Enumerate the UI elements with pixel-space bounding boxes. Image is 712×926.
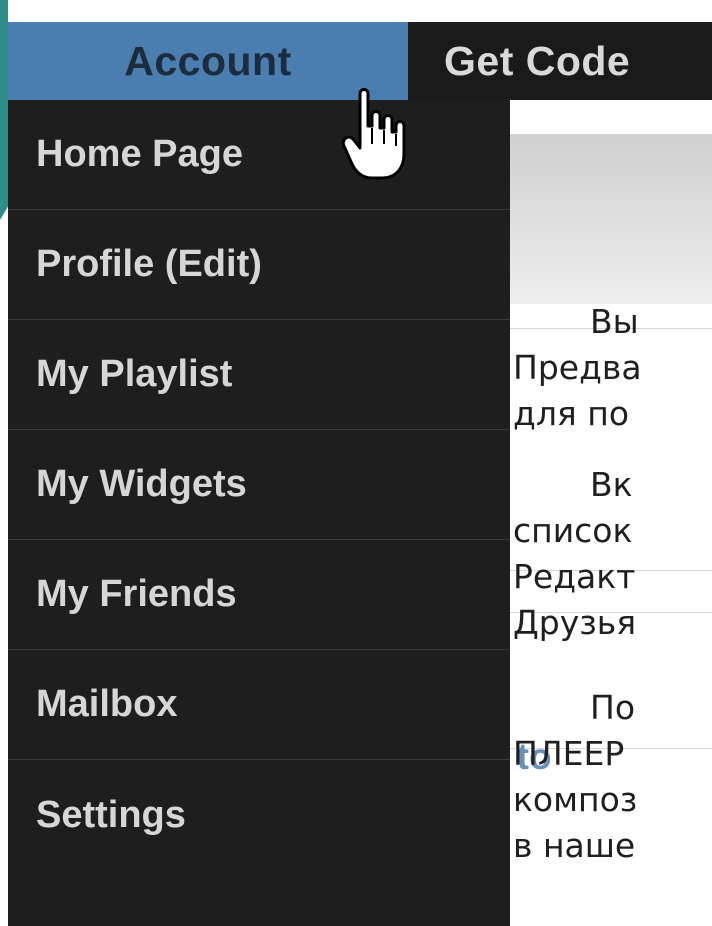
slide-text: Предва <box>513 348 642 387</box>
tab-get-code[interactable]: Get Code <box>444 22 712 100</box>
hand-pointer-icon <box>341 88 406 180</box>
menu-item-profile-edit[interactable]: Profile (Edit) <box>8 210 510 320</box>
menu-item-mailbox[interactable]: Mailbox <box>8 650 510 760</box>
menu-item-label: My Widgets <box>36 463 247 505</box>
menu-item-my-friends[interactable]: My Friends <box>8 540 510 650</box>
menu-item-label: My Playlist <box>36 353 233 395</box>
slide-text: ПЛЕЕР <box>513 734 625 773</box>
slide-text: Друзья <box>513 603 637 642</box>
tab-get-code-label: Get Code <box>444 37 631 84</box>
slide-text: Вы <box>590 302 639 341</box>
slide-text: для по <box>513 394 630 433</box>
account-dropdown-menu: Home Page Profile (Edit) My Playlist My … <box>8 100 510 926</box>
menu-item-settings[interactable]: Settings <box>8 760 510 870</box>
menu-item-label: My Friends <box>36 573 237 615</box>
menu-item-label: Settings <box>36 793 186 836</box>
slide-text: Редакт <box>513 557 636 596</box>
slide-text: композ <box>513 780 638 819</box>
menu-item-my-widgets[interactable]: My Widgets <box>8 430 510 540</box>
menu-item-my-playlist[interactable]: My Playlist <box>8 320 510 430</box>
slide-text: По <box>590 688 636 727</box>
menu-item-label: Mailbox <box>36 683 178 725</box>
content-header-bar <box>510 134 712 304</box>
slide-text: Вк <box>590 465 633 504</box>
slide-text: список <box>513 511 633 550</box>
slide-text: в наше <box>513 826 636 865</box>
menu-item-label: Profile (Edit) <box>36 243 262 285</box>
menu-item-label: Home Page <box>36 133 243 175</box>
menu-item-home-page[interactable]: Home Page <box>8 100 510 210</box>
tab-account-label: Account <box>124 37 292 84</box>
slide-top-strip <box>8 0 712 22</box>
